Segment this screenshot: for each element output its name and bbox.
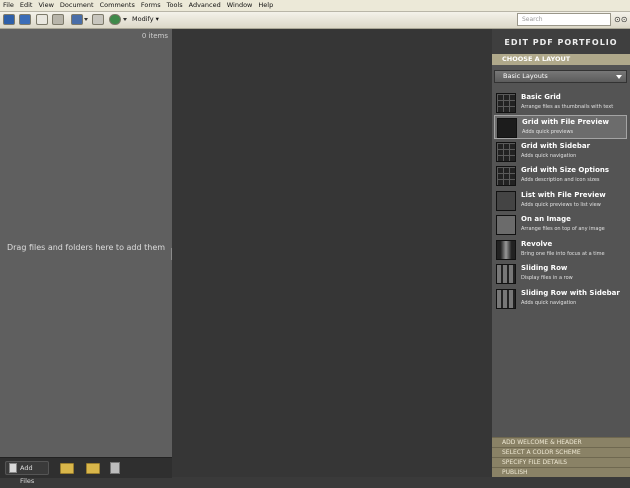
bottom-toolbar: Add Files	[0, 457, 172, 485]
sliding-row-sidebar-thumbnail-icon	[496, 289, 516, 309]
add-welcome-header-section[interactable]: ADD WELCOME & HEADER	[492, 437, 630, 447]
modify-menu[interactable]: Modify ▾	[132, 13, 159, 24]
panel-title: EDIT PDF PORTFOLIO	[492, 29, 630, 54]
binoculars-icon[interactable]: ⊙⊙	[614, 15, 627, 24]
preview-icon[interactable]	[52, 14, 64, 25]
save-icon[interactable]	[71, 14, 83, 25]
layout-description: Adds description and icon sizes	[521, 177, 600, 183]
choose-layout-section[interactable]: CHOOSE A LAYOUT	[492, 54, 630, 65]
layout-category-select[interactable]: Basic Layouts	[494, 70, 627, 83]
layout-description: Arrange files on top of any image	[521, 226, 605, 232]
layout-description: Adds quick navigation	[521, 153, 577, 159]
sliding-row-thumbnail-icon	[496, 264, 516, 284]
layout-option-on-an-image[interactable]: On an Image Arrange files on top of any …	[494, 213, 627, 237]
menu-file[interactable]: File	[0, 0, 17, 11]
layout-option-grid-with-size-options[interactable]: Grid with Size Options Adds description …	[494, 164, 627, 188]
layout-description: Display files in a row	[521, 275, 573, 281]
menu-advanced[interactable]: Advanced	[186, 0, 224, 11]
list-preview-thumbnail-icon	[496, 191, 516, 211]
modify-label: Modify	[132, 15, 154, 23]
layout-title: Basic Grid	[521, 93, 561, 101]
layout-option-list-with-file-preview[interactable]: List with File Preview Adds quick previe…	[494, 189, 627, 213]
search-input[interactable]: Search	[517, 13, 611, 26]
layout-description: Adds quick previews	[522, 129, 574, 135]
add-files-label: Add Files	[20, 464, 35, 485]
layout-title: Grid with File Preview	[522, 118, 609, 126]
home-icon[interactable]	[3, 14, 15, 25]
layout-option-grid-with-file-preview[interactable]: Grid with File Preview Adds quick previe…	[494, 115, 627, 139]
chevron-down-icon	[616, 75, 622, 79]
menu-forms[interactable]: Forms	[138, 0, 164, 11]
add-folder-icon[interactable]	[60, 463, 74, 474]
portfolio-preview-area	[172, 29, 492, 477]
layout-option-sliding-row-with-sidebar[interactable]: Sliding Row with Sidebar Adds quick navi…	[494, 287, 627, 311]
file-details-section[interactable]: SPECIFY FILE DETAILS	[492, 457, 630, 467]
layout-description: Bring one file into focus at a time	[521, 251, 605, 257]
menu-view[interactable]: View	[35, 0, 56, 11]
layout-option-grid-with-sidebar[interactable]: Grid with Sidebar Adds quick navigation	[494, 140, 627, 164]
grid-size-thumbnail-icon	[496, 166, 516, 186]
menu-help[interactable]: Help	[255, 0, 276, 11]
menu-tools[interactable]: Tools	[164, 0, 186, 11]
menu-document[interactable]: Document	[57, 0, 97, 11]
drag-hint: Drag files and folders here to add them	[6, 243, 166, 252]
add-file-plus-icon	[9, 463, 17, 473]
existing-folder-icon[interactable]	[86, 463, 100, 474]
layout-option-sliding-row[interactable]: Sliding Row Display files in a row	[494, 262, 627, 286]
color-scheme-section[interactable]: SELECT A COLOR SCHEME	[492, 447, 630, 457]
chevron-down-icon[interactable]	[84, 18, 88, 21]
file-drop-area[interactable]: 0 items Drag files and folders here to a…	[0, 29, 172, 457]
layout-description: Adds quick navigation	[521, 300, 577, 306]
layout-title: On an Image	[521, 215, 571, 223]
delete-icon[interactable]	[110, 462, 120, 474]
layout-title: Grid with Size Options	[521, 166, 610, 174]
layout-title: List with File Preview	[521, 191, 606, 199]
layout-view-icon[interactable]	[19, 14, 31, 25]
menu-edit[interactable]: Edit	[17, 0, 36, 11]
chevron-down-icon[interactable]	[123, 18, 127, 21]
share-globe-icon[interactable]	[109, 14, 121, 25]
layout-title: Revolve	[521, 240, 553, 248]
menu-window[interactable]: Window	[224, 0, 256, 11]
layout-description: Arrange files as thumbnails with text	[521, 104, 614, 110]
layout-title: Sliding Row with Sidebar	[521, 289, 620, 297]
on-image-thumbnail-icon	[496, 215, 516, 235]
details-view-icon[interactable]	[36, 14, 48, 25]
print-icon[interactable]	[92, 14, 104, 25]
edit-portfolio-panel: EDIT PDF PORTFOLIO CHOOSE A LAYOUT Basic…	[492, 29, 630, 477]
layout-option-basic-grid[interactable]: Basic Grid Arrange files as thumbnails w…	[494, 91, 627, 115]
layout-title: Grid with Sidebar	[521, 142, 591, 150]
menu-bar: File Edit View Document Comments Forms T…	[0, 0, 630, 12]
layout-category-value: Basic Layouts	[503, 72, 548, 80]
basic-grid-thumbnail-icon	[496, 93, 516, 113]
grid-sidebar-thumbnail-icon	[496, 142, 516, 162]
revolve-thumbnail-icon	[496, 240, 516, 260]
grid-preview-thumbnail-icon	[497, 118, 517, 138]
items-count: 0 items	[141, 32, 168, 40]
layout-title: Sliding Row	[521, 264, 568, 272]
layout-description: Adds quick previews to list view	[521, 202, 601, 208]
publish-section[interactable]: PUBLISH	[492, 467, 630, 477]
layout-option-revolve[interactable]: Revolve Bring one file into focus at a t…	[494, 238, 627, 262]
menu-comments[interactable]: Comments	[97, 0, 138, 11]
